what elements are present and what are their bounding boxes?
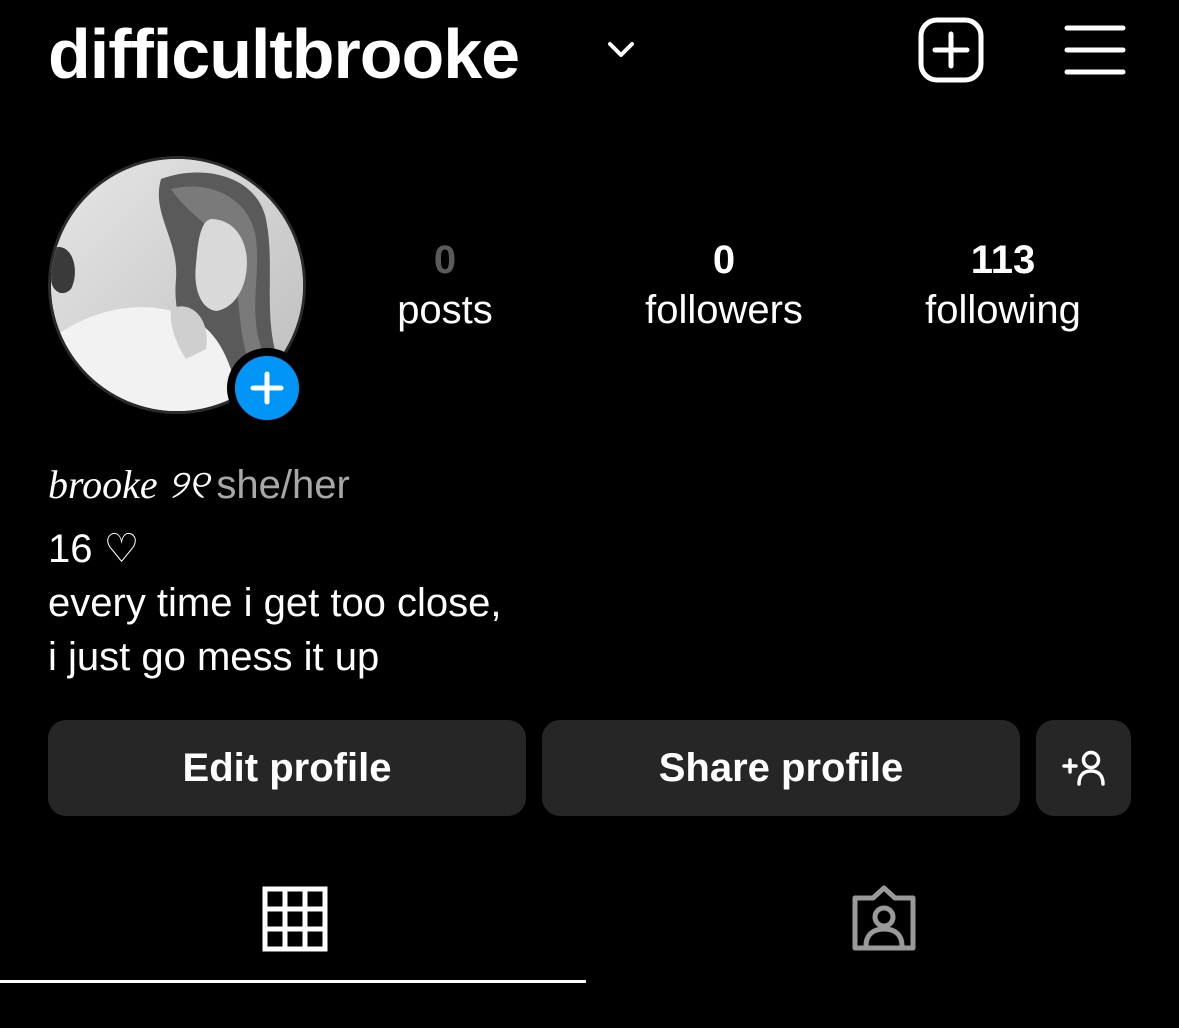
profile-bio: brooke ୨୧ she/her 16 ♡ every time i get t… <box>48 460 1048 684</box>
followers-stat[interactable]: 0 followers <box>594 236 854 336</box>
grid-icon[interactable] <box>262 886 328 952</box>
posts-count: 0 <box>433 238 457 282</box>
active-tab-indicator <box>0 980 586 983</box>
bio-line: every time i get too close, <box>48 581 502 625</box>
add-story-button[interactable] <box>227 348 307 428</box>
chevron-down-icon[interactable] <box>604 36 638 64</box>
menu-icon[interactable] <box>1063 22 1127 78</box>
following-count: 113 <box>970 238 1036 282</box>
share-profile-button[interactable]: Share profile <box>542 720 1020 816</box>
following-label: following <box>925 288 1081 332</box>
following-stat[interactable]: 113 following <box>873 236 1133 336</box>
followers-count: 0 <box>712 238 736 282</box>
tagged-icon[interactable] <box>849 884 919 954</box>
pronouns: she/her <box>216 463 350 507</box>
name-line: brooke ୨୧ she/her <box>48 460 1048 510</box>
followers-label: followers <box>645 288 803 332</box>
bio-line: 16 ♡ <box>48 527 140 571</box>
display-name: brooke ୨୧ <box>48 462 209 507</box>
posts-stat[interactable]: 0 posts <box>315 236 575 336</box>
new-post-icon[interactable] <box>917 16 985 84</box>
username-title[interactable]: difficultbrooke <box>48 14 520 94</box>
posts-label: posts <box>397 288 493 332</box>
discover-people-button[interactable] <box>1036 720 1131 816</box>
bio-line: i just go mess it up <box>48 635 380 679</box>
edit-profile-button[interactable]: Edit profile <box>48 720 526 816</box>
add-person-icon <box>1061 750 1105 786</box>
profile-header: difficultbrooke <box>0 0 1179 110</box>
